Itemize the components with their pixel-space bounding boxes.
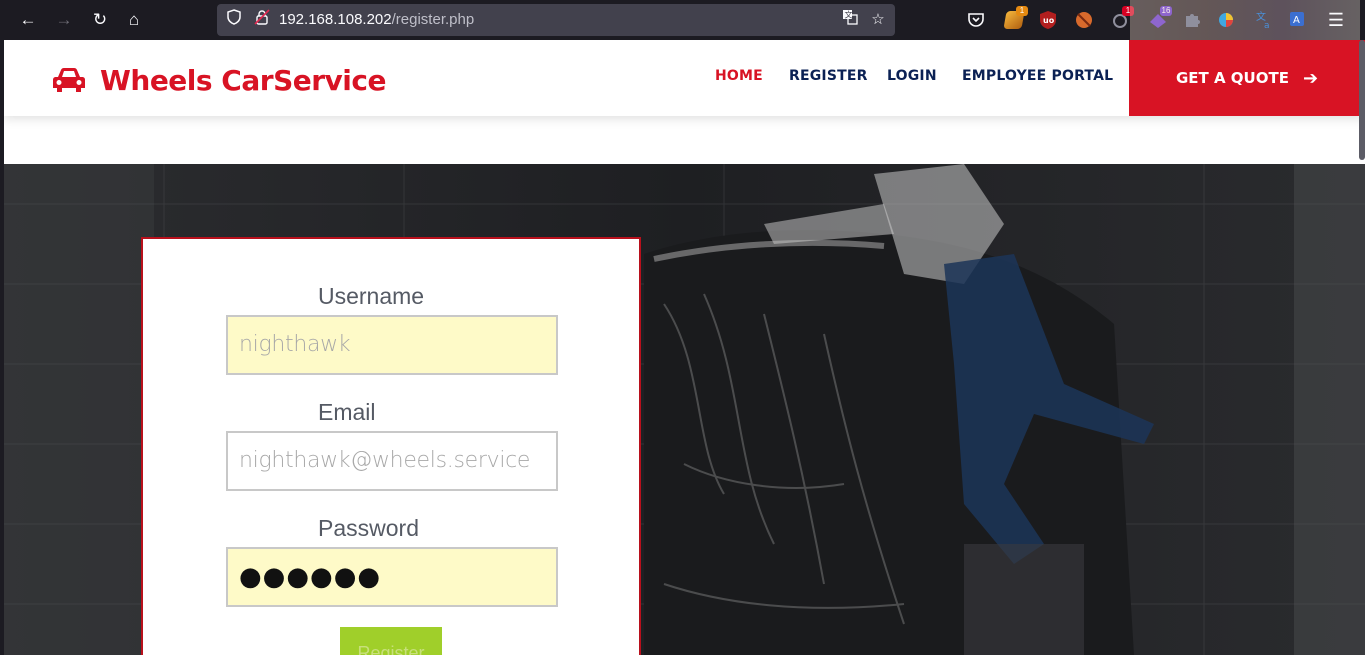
username-label: Username: [318, 283, 425, 309]
nav-login[interactable]: LOGIN: [887, 68, 937, 84]
browser-toolbar: ← → ↻ ⌂ 192.168.108.202/register.php 文 ☆…: [0, 0, 1365, 40]
svg-text:a: a: [1264, 21, 1270, 31]
register-form: Username nighthawk Email nighthawk@wheel…: [141, 237, 641, 655]
hero-background: Username nighthawk Email nighthawk@wheel…: [4, 164, 1365, 655]
ublock-icon[interactable]: uo: [1036, 8, 1060, 32]
email-label: Email: [318, 399, 376, 425]
url-path: /register.php: [391, 11, 475, 28]
pocket-icon[interactable]: [964, 8, 988, 32]
nav-home[interactable]: HOME: [715, 68, 763, 84]
forward-icon[interactable]: →: [52, 8, 76, 32]
translate-page-icon[interactable]: 文: [839, 9, 861, 31]
translate-icon[interactable]: 文a: [1252, 8, 1276, 32]
url-host: 192.168.108.202: [279, 11, 392, 28]
site-header: Wheels CarService HOME REGISTER LOGIN EM…: [4, 40, 1365, 116]
svg-text:文: 文: [845, 10, 853, 20]
puzzle-icon[interactable]: [1180, 8, 1204, 32]
url-text[interactable]: 192.168.108.202/register.php: [279, 4, 474, 36]
password-input[interactable]: ●●●●●●: [226, 547, 558, 607]
font-translate-icon[interactable]: A: [1286, 8, 1310, 32]
username-input[interactable]: nighthawk: [226, 315, 558, 375]
email-value: nighthawk@wheels.service: [239, 448, 531, 473]
svg-text:uo: uo: [1043, 16, 1055, 25]
brand-name: Wheels CarService: [100, 63, 386, 97]
tracking-shield-icon[interactable]: [223, 9, 245, 31]
nav-register[interactable]: REGISTER: [789, 68, 868, 84]
car-icon: [53, 68, 85, 92]
bookmark-star-icon[interactable]: ☆: [867, 9, 889, 31]
page-scrollbar[interactable]: [1359, 40, 1365, 160]
cookie-icon[interactable]: [1072, 8, 1096, 32]
password-value: ●●●●●●: [239, 562, 382, 592]
extension-badge-icon[interactable]: 1: [1108, 6, 1134, 32]
username-value: nighthawk: [239, 332, 351, 357]
reload-icon[interactable]: ↻: [88, 8, 112, 32]
arrow-right-icon: ➔: [1302, 67, 1319, 89]
get-a-quote-label: GET A QUOTE: [1175, 69, 1289, 87]
register-button[interactable]: Register: [340, 627, 442, 655]
site-brand[interactable]: Wheels CarService: [52, 60, 386, 100]
nav-employee-portal[interactable]: EMPLOYEE PORTAL: [962, 68, 1113, 84]
get-a-quote-button[interactable]: GET A QUOTE ➔: [1129, 40, 1365, 116]
colorful-extension-icon[interactable]: [1214, 8, 1238, 32]
back-icon[interactable]: ←: [16, 8, 40, 32]
password-label: Password: [318, 515, 419, 541]
home-icon[interactable]: ⌂: [122, 8, 146, 32]
shield-extension-icon[interactable]: 1: [1002, 6, 1028, 32]
hamburger-menu-icon[interactable]: ☰: [1324, 8, 1348, 32]
web-page: Wheels CarService HOME REGISTER LOGIN EM…: [4, 40, 1365, 655]
email-input[interactable]: nighthawk@wheels.service: [226, 431, 558, 491]
url-bar[interactable]: 192.168.108.202/register.php 文 ☆: [217, 4, 895, 36]
svg-text:A: A: [1293, 15, 1300, 26]
extension-badge: 1: [1016, 6, 1028, 16]
insecure-lock-icon[interactable]: [251, 9, 273, 31]
